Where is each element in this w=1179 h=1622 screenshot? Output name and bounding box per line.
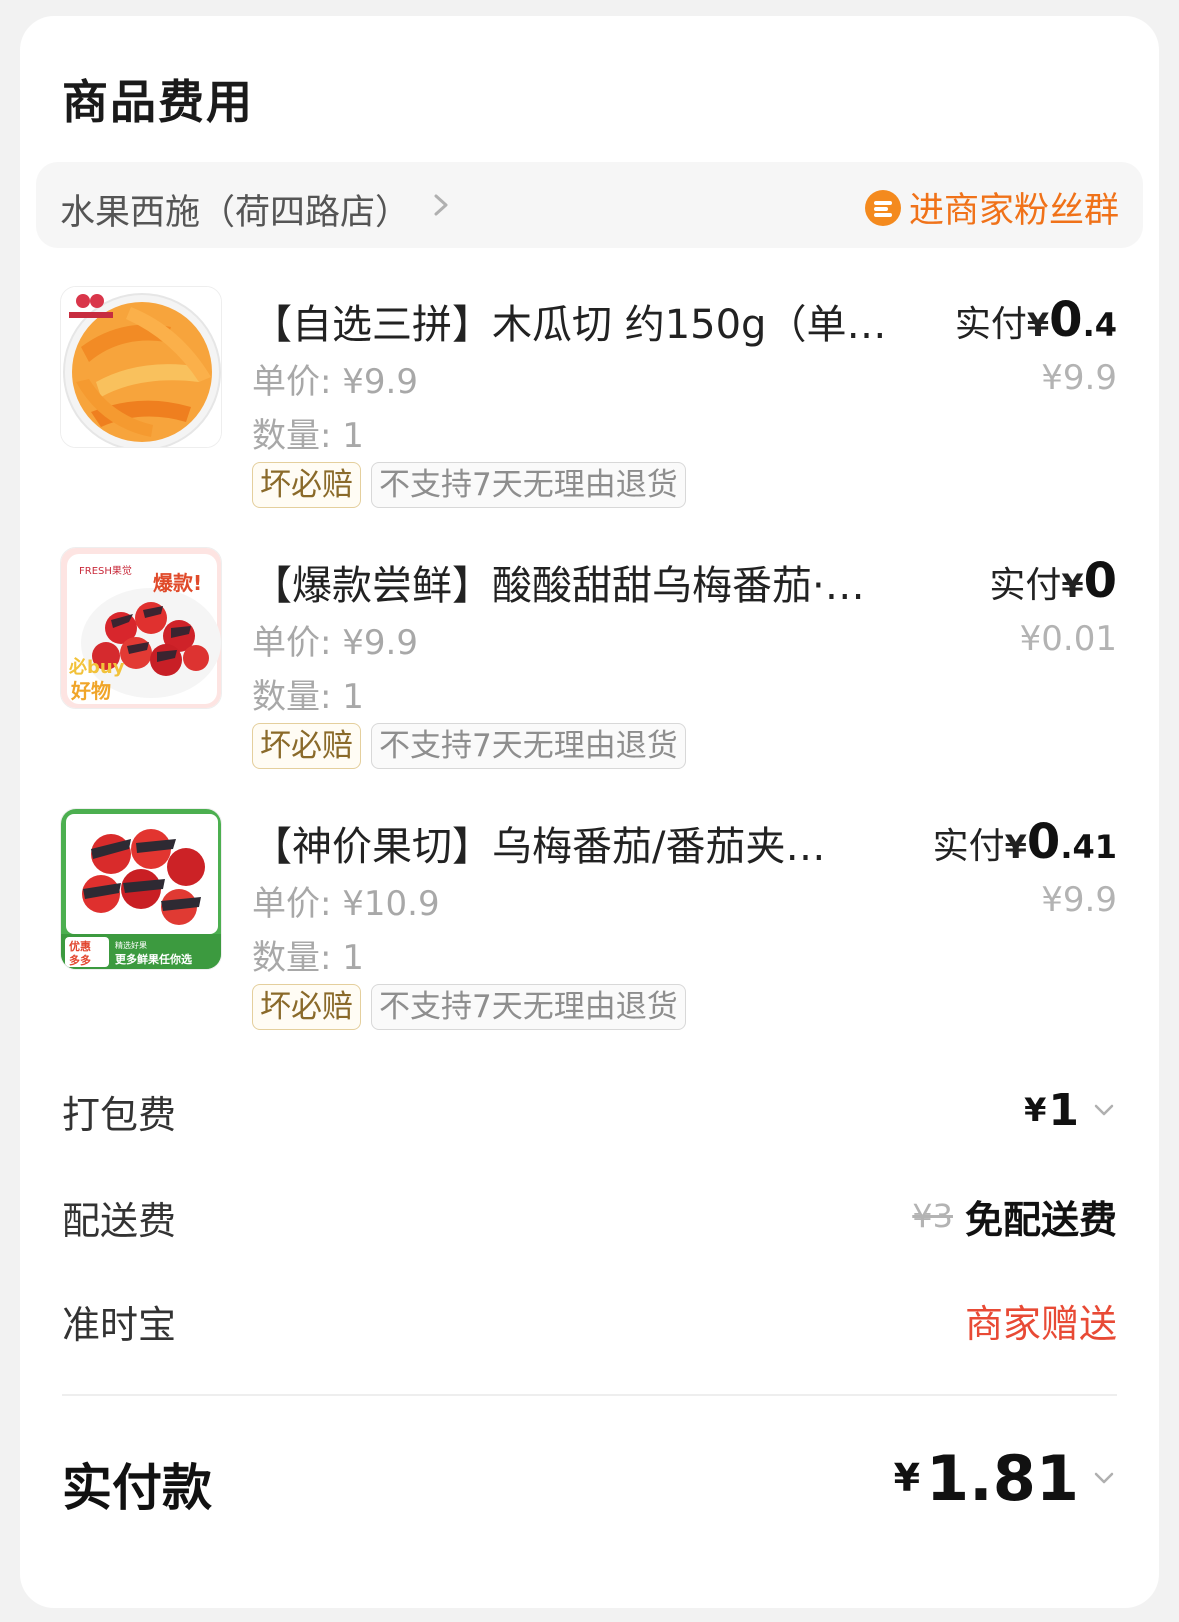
packing-fee-value: 1: [1048, 1084, 1079, 1136]
no-return-tag: 不支持7天无理由退货: [371, 462, 686, 508]
chevron-down-icon[interactable]: [1091, 1468, 1117, 1488]
quantity: 数量: 1: [252, 416, 364, 456]
section-title: 商品费用: [62, 75, 254, 129]
item-title[interactable]: 【神价果切】乌梅番茄/番茄夹…: [252, 814, 892, 872]
item-tags: 坏必赔 不支持7天无理由退货: [252, 462, 696, 508]
chevron-down-icon[interactable]: [1091, 1100, 1117, 1120]
merchant-gift-text: 商家赠送: [964, 1301, 1117, 1346]
original-price: ¥0.01: [1019, 619, 1117, 659]
unit-price: 单价: ¥10.9: [252, 884, 440, 924]
good-item-text: 好物: [70, 679, 111, 703]
paid-price: 实付¥0: [989, 553, 1117, 609]
fan-group-label[interactable]: 进商家粉丝群: [909, 182, 1119, 233]
ontime-guarantee-label: 准时宝: [62, 1303, 177, 1347]
no-return-tag: 不支持7天无理由退货: [371, 984, 686, 1030]
delivery-free-text: 免配送费: [964, 1197, 1117, 1242]
packing-fee-row[interactable]: 打包费 ¥ 1: [62, 1080, 1117, 1140]
no-return-tag: 不支持7天无理由退货: [371, 723, 686, 769]
papaya-product-image[interactable]: [60, 286, 222, 448]
chat-group-icon: [864, 189, 901, 226]
guarantee-tag: 坏必赔: [252, 723, 361, 769]
total-value: 1.81: [926, 1441, 1079, 1515]
unit-price: 单价: ¥9.9: [252, 362, 418, 402]
paid-price: 实付¥0.41: [932, 814, 1117, 870]
item-title[interactable]: 【自选三拼】木瓜切 约150g（单…: [252, 292, 892, 350]
total-currency: ¥: [893, 1456, 921, 1500]
promo-subtitle-text: 精选好果: [115, 940, 147, 950]
quantity: 数量: 1: [252, 677, 364, 717]
paid-price: 实付¥0.4: [954, 292, 1117, 348]
ontime-guarantee-row: 准时宝 商家赠送: [62, 1290, 1117, 1350]
shop-name[interactable]: 水果西施（荷四路店）: [60, 184, 410, 235]
unit-price: 单价: ¥9.9: [252, 623, 418, 663]
order-item[interactable]: 优惠 多多 精选好果 更多鲜果任你选 【神价果切】乌梅番茄/番茄夹… 实付¥0.…: [20, 808, 1159, 1068]
shop-bar[interactable]: 水果西施（荷四路店） 进商家粉丝群: [36, 162, 1143, 248]
original-price: ¥9.9: [1041, 358, 1117, 398]
promo-brand-text-2: 多多: [69, 953, 91, 967]
plum-tomato-product-image[interactable]: FRESH果觉 爆款! 必buy 好物: [60, 547, 222, 709]
order-item[interactable]: 【自选三拼】木瓜切 约150g（单… 实付¥0.4 ¥9.9 单价: ¥9.9 …: [20, 286, 1159, 546]
item-tags: 坏必赔 不支持7天无理由退货: [252, 984, 696, 1030]
total-label: 实付款: [62, 1459, 212, 1517]
guarantee-tag: 坏必赔: [252, 984, 361, 1030]
delivery-fee-label: 配送费: [62, 1199, 177, 1243]
order-fee-card: 商品费用 水果西施（荷四路店） 进商家粉丝群 【自选三拼】木瓜切 约150g（单…: [20, 16, 1159, 1608]
original-price: ¥9.9: [1041, 880, 1117, 920]
must-buy-text: 必buy: [68, 656, 125, 678]
promo-slogan-text: 更多鲜果任你选: [115, 952, 192, 966]
total-amount[interactable]: ¥ 1.81: [894, 1438, 1117, 1518]
brand-logo-text: FRESH果觉: [79, 565, 132, 577]
fan-group-link[interactable]: 进商家粉丝群: [864, 182, 1119, 233]
chevron-right-icon: [434, 194, 448, 216]
delivery-fee-row: 配送费 ¥3 免配送费: [62, 1186, 1117, 1246]
promo-brand-text: 优惠: [69, 939, 91, 953]
order-item[interactable]: FRESH果觉 爆款! 必buy 好物 【爆款尝鲜】酸酸甜甜乌梅番茄·… 实付¥…: [20, 547, 1159, 807]
delivery-original-price: ¥3: [912, 1197, 953, 1235]
packing-fee-label: 打包费: [62, 1093, 177, 1137]
guarantee-tag: 坏必赔: [252, 462, 361, 508]
item-tags: 坏必赔 不支持7天无理由退货: [252, 723, 696, 769]
hot-badge-text: 爆款!: [153, 571, 202, 595]
divider: [62, 1394, 1117, 1396]
packing-fee-currency: ¥: [1024, 1091, 1047, 1129]
item-title[interactable]: 【爆款尝鲜】酸酸甜甜乌梅番茄·…: [252, 553, 892, 611]
tomato-snack-product-image[interactable]: 优惠 多多 精选好果 更多鲜果任你选: [60, 808, 222, 970]
quantity: 数量: 1: [252, 938, 364, 978]
